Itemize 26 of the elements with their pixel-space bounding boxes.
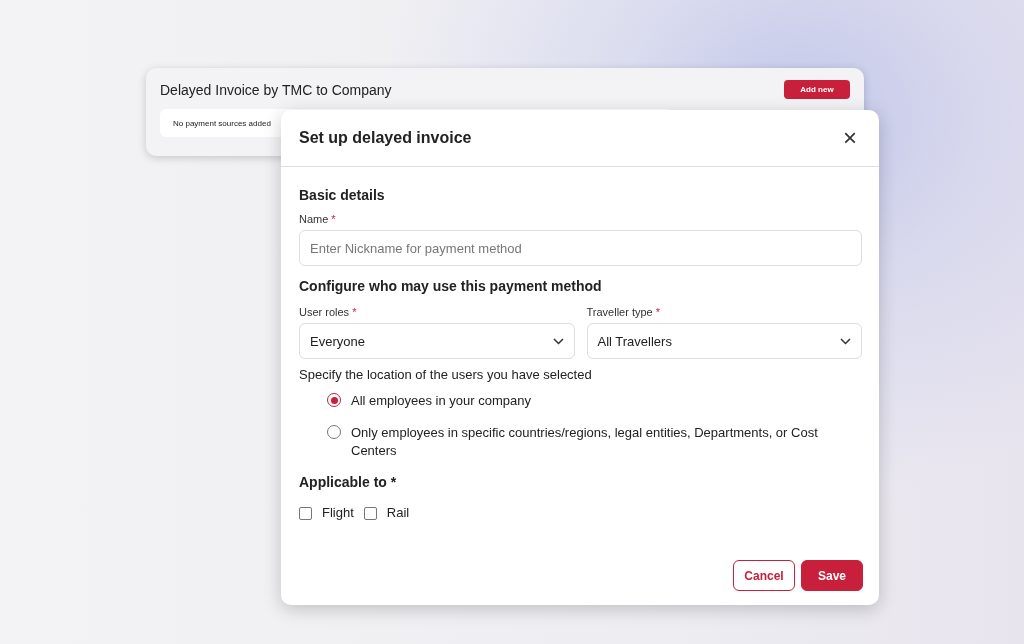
field-label: User roles <box>299 306 350 318</box>
checkbox[interactable] <box>299 506 312 520</box>
radio-label: Only employees in specific countries/regions, legal entities, Departments, or Cost Centers <box>351 424 819 460</box>
add-new-button[interactable]: Add new <box>784 80 850 99</box>
radio-label: All employees in your company <box>351 392 531 410</box>
field-label: Traveller type <box>586 306 653 318</box>
checkbox[interactable] <box>363 506 377 520</box>
required-mark: * <box>352 306 357 318</box>
close-button[interactable]: × <box>839 126 861 150</box>
name-input[interactable]: Enter Nickname for payment method <box>299 230 862 266</box>
card-title: Delayed Invoice by TMC to Company <box>160 81 392 98</box>
location-prompt: Specify the location of the users you have selected <box>299 367 593 382</box>
section-heading: Configure who may use this payment method <box>299 278 603 294</box>
required-mark: * <box>655 306 660 318</box>
select-field[interactable]: Everyone <box>299 323 575 359</box>
select-field[interactable]: All Travellers <box>586 323 862 359</box>
required-mark: * <box>331 213 336 225</box>
cancel-button[interactable]: Cancel <box>733 560 795 591</box>
save-button[interactable]: Save <box>801 560 863 591</box>
chevron-down-icon <box>840 337 851 345</box>
checkbox-label: Rail <box>386 504 410 522</box>
section-heading: Applicable to * <box>299 474 398 490</box>
section-heading: Basic details <box>299 187 386 203</box>
chevron-down-icon <box>552 337 564 345</box>
field-label: Name <box>299 213 329 225</box>
checkbox-label: Flight <box>322 504 354 522</box>
